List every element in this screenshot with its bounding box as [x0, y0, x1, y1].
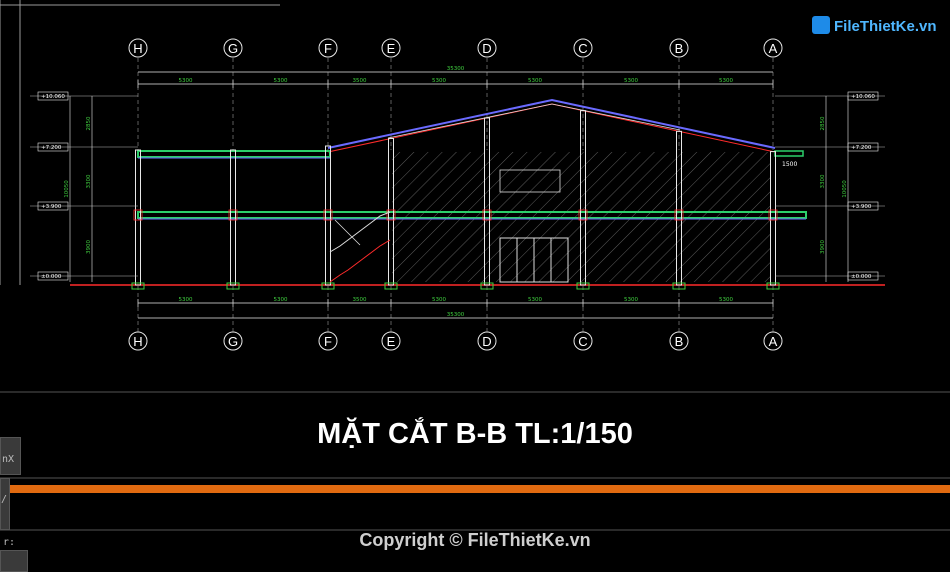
- span-dim-label: 5300: [624, 297, 638, 303]
- roof-line: [327, 98, 776, 149]
- grid-label-e: E: [387, 41, 396, 56]
- height-dim-label: 3900: [86, 240, 92, 254]
- panel-label-nx: nX: [2, 454, 15, 465]
- side-tool-panel-bottom[interactable]: r:: [0, 537, 28, 572]
- level-label: ±0.000: [851, 274, 872, 280]
- span-dim-label: 5300: [528, 78, 542, 84]
- grid-label-e: E: [387, 334, 396, 349]
- grid-label-a: A: [769, 334, 778, 349]
- grid-label-d: D: [482, 41, 491, 56]
- span-dim-label: 3500: [353, 297, 367, 303]
- level-markers-left: +10.060 +7.200 +3.900 ±0.000: [30, 91, 138, 281]
- grid-label-g: G: [228, 41, 238, 56]
- level-markers-right: +10.060 +7.200 +3.900 ±0.000: [775, 91, 885, 281]
- drawing-title: MẶT CẮT B-B TL:1/150: [317, 418, 633, 450]
- span-dim-label: 3500: [353, 78, 367, 84]
- span-dim-label: 5300: [179, 297, 193, 303]
- height-dim-label: 2850: [820, 116, 826, 130]
- logo-icon: [812, 16, 830, 34]
- orange-bar: [0, 485, 950, 493]
- panel-label-r: r:: [3, 537, 16, 548]
- span-dim-label: 5300: [528, 297, 542, 303]
- height-dim-label: 3900: [820, 240, 826, 254]
- grid-label-a: A: [769, 41, 778, 56]
- span-dim-label: 5300: [719, 297, 733, 303]
- grid-label-b: B: [675, 334, 684, 349]
- grid-label-f: F: [324, 41, 332, 56]
- grid-label-f: F: [324, 334, 332, 349]
- span-dim-label: 5300: [179, 78, 193, 84]
- grid-axis-top: HGFEDCBA: [128, 38, 783, 58]
- canopy-dim: 1500: [782, 161, 797, 168]
- span-dim-label: 5300: [274, 78, 288, 84]
- side-tool-panel-top[interactable]: nX: [0, 437, 21, 475]
- span-dim-label: 5300: [432, 297, 446, 303]
- height-dim-label: 2850: [86, 116, 92, 130]
- height-dim-label: 3300: [86, 174, 92, 188]
- grid-label-h: H: [133, 334, 142, 349]
- level-label: +10.060: [851, 94, 875, 100]
- grid-label-h: H: [133, 41, 142, 56]
- grid-label-b: B: [675, 41, 684, 56]
- side-tool-panel-mid[interactable]: /: [0, 478, 10, 530]
- level-label: +3.900: [851, 204, 872, 210]
- logo-text: FileThietKe.vn: [834, 18, 937, 35]
- level-label: ±0.000: [41, 274, 62, 280]
- grid-label-c: C: [578, 41, 587, 56]
- cad-drawing: H G F E D C B A H G F E D C B A 5300 5300 3500 5300 5300 53…: [0, 0, 950, 531]
- overall-dim-label: 35300: [447, 66, 465, 72]
- level-label: +10.060: [41, 94, 65, 100]
- level-label: +7.200: [41, 145, 62, 151]
- level-label: +3.900: [41, 204, 62, 210]
- span-dim-label: 5300: [624, 78, 638, 84]
- staircase: [329, 211, 391, 283]
- total-height-label: 10050: [64, 180, 70, 198]
- column: [325, 145, 331, 286]
- grid-axis-bottom: HGFEDCBA: [128, 331, 783, 351]
- grid-label-g: G: [228, 334, 238, 349]
- level-label: +7.200: [851, 145, 872, 151]
- overall-dim-label: 35300: [447, 312, 465, 318]
- grid-label-c: C: [578, 334, 587, 349]
- panel-label-slash: /: [1, 494, 8, 505]
- height-dim-label: 3300: [820, 174, 826, 188]
- span-dim-label: 5300: [274, 297, 288, 303]
- grid-label-d: D: [482, 334, 491, 349]
- span-dim-label: 5300: [719, 78, 733, 84]
- site-logo: FileThietKe.vn: [808, 12, 938, 42]
- span-dim-label: 5300: [432, 78, 446, 84]
- total-height-label: 10050: [842, 180, 848, 198]
- copyright-text: Copyright © FileThietKe.vn: [359, 530, 591, 550]
